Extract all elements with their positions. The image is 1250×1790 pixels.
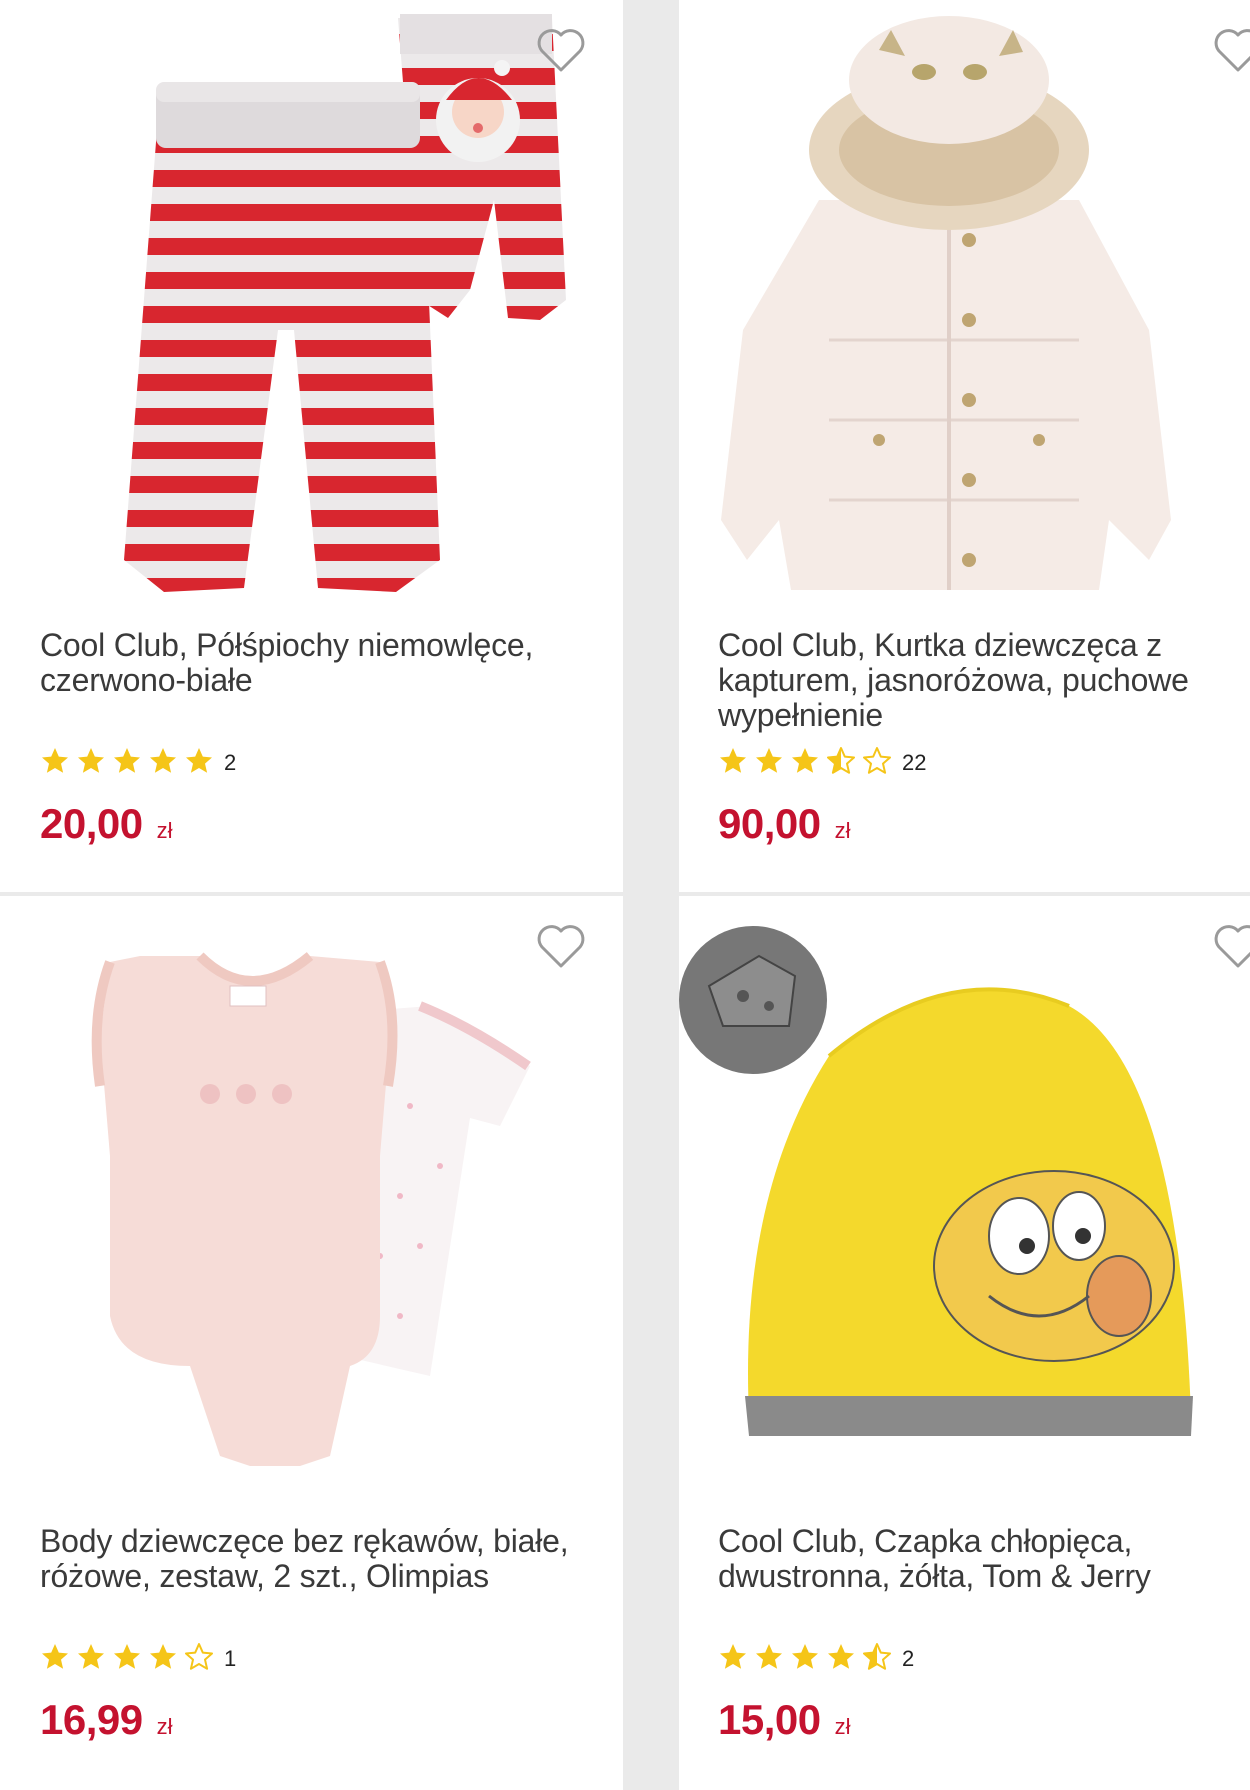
pink-hooded-jacket-image[interactable] [679, 0, 1250, 610]
price-amount: 90,00 [718, 800, 821, 847]
product-card[interactable]: Body dziewczęce bez rękawów, białe, różo… [0, 896, 623, 1790]
star-filled-icon [718, 1642, 754, 1677]
price-currency: zł [834, 1714, 851, 1739]
product-rating: 1 [40, 1642, 236, 1676]
star-filled-icon [112, 1642, 148, 1677]
star-filled-icon [148, 1642, 184, 1677]
star-filled-icon [148, 746, 184, 781]
product-price: 16,99 zł [40, 1696, 173, 1744]
product-price: 15,00 zł [718, 1696, 851, 1744]
price-amount: 15,00 [718, 1696, 821, 1743]
star-outline-icon [862, 746, 898, 781]
product-title[interactable]: Cool Club, Kurtka dziewczęca z kapturem,… [718, 628, 1248, 733]
price-currency: zł [156, 818, 173, 843]
rating-count: 22 [902, 750, 927, 775]
striped-baby-pants-image[interactable] [0, 0, 623, 610]
yellow-beanie-image[interactable] [679, 896, 1250, 1506]
baby-bodysuits-image[interactable] [0, 896, 623, 1506]
product-price: 20,00 zł [40, 800, 173, 848]
star-half-icon [826, 746, 862, 781]
price-amount: 20,00 [40, 800, 143, 847]
star-filled-icon [754, 746, 790, 781]
product-card[interactable]: Cool Club, Kurtka dziewczęca z kapturem,… [679, 0, 1250, 892]
product-rating: 2 [718, 1642, 914, 1676]
price-amount: 16,99 [40, 1696, 143, 1743]
rating-count: 2 [224, 750, 237, 775]
favorite-heart-icon[interactable] [1213, 924, 1250, 970]
star-filled-icon [718, 746, 754, 781]
favorite-heart-icon[interactable] [1213, 28, 1250, 74]
star-filled-icon [754, 1642, 790, 1677]
favorite-heart-icon[interactable] [536, 28, 586, 74]
favorite-heart-icon[interactable] [536, 924, 586, 970]
star-filled-icon [790, 746, 826, 781]
product-title[interactable]: Body dziewczęce bez rękawów, białe, różo… [40, 1524, 580, 1594]
star-filled-icon [112, 746, 148, 781]
product-rating: 2 [40, 746, 236, 780]
price-currency: zł [156, 1714, 173, 1739]
star-filled-icon [184, 746, 220, 781]
star-filled-icon [790, 1642, 826, 1677]
star-filled-icon [40, 746, 76, 781]
star-filled-icon [76, 1642, 112, 1677]
product-title[interactable]: Cool Club, Czapka chłopięca, dwustronna,… [718, 1524, 1248, 1594]
star-outline-icon [184, 1642, 220, 1677]
rating-stars [40, 746, 220, 781]
rating-stars [718, 746, 898, 781]
product-rating: 22 [718, 746, 926, 780]
product-grid: Cool Club, Półśpiochy niemowlęce, czerwo… [0, 0, 1250, 1790]
star-half-icon [862, 1642, 898, 1677]
star-filled-icon [76, 746, 112, 781]
product-title[interactable]: Cool Club, Półśpiochy niemowlęce, czerwo… [40, 628, 580, 698]
star-filled-icon [40, 1642, 76, 1677]
star-filled-icon [826, 1642, 862, 1677]
rating-count: 2 [902, 1646, 915, 1671]
product-card[interactable]: Cool Club, Półśpiochy niemowlęce, czerwo… [0, 0, 623, 892]
rating-count: 1 [224, 1646, 237, 1671]
price-currency: zł [834, 818, 851, 843]
rating-stars [40, 1642, 220, 1677]
product-price: 90,00 zł [718, 800, 851, 848]
rating-stars [718, 1642, 898, 1677]
product-card[interactable]: Cool Club, Czapka chłopięca, dwustronna,… [679, 896, 1250, 1790]
